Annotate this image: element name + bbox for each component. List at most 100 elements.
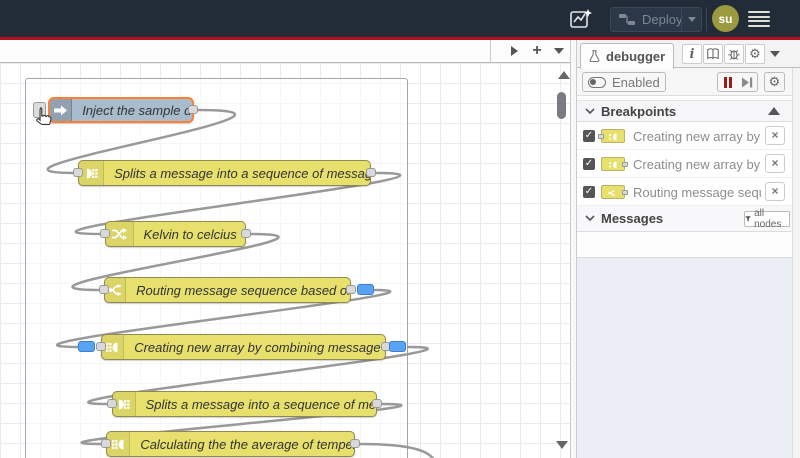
- mini-output-port: [622, 190, 628, 195]
- input-port[interactable]: [100, 229, 110, 238]
- output-port[interactable]: [366, 168, 376, 177]
- sidebar: debugger i ⚙ Enabled ⚙ Breakpoints ✓ Cre…: [577, 40, 800, 458]
- plus-icon: +: [532, 42, 542, 59]
- main-menu-button[interactable]: [748, 9, 770, 29]
- list-scroll-up-icon[interactable]: [768, 107, 780, 115]
- mini-input-port: [598, 134, 604, 139]
- inject-arrow-icon: [50, 99, 73, 121]
- input-port[interactable]: [107, 399, 117, 408]
- switch-node-mini-icon: [601, 185, 628, 199]
- tab-bar-divider: [490, 40, 491, 62]
- node-join[interactable]: Calculating the the average of temperatu…: [101, 431, 360, 457]
- tab-debug-messages-button[interactable]: [724, 44, 744, 64]
- tab-config-nodes-button[interactable]: ⚙: [745, 44, 765, 64]
- sidebar-resize-handle[interactable]: [570, 40, 577, 458]
- messages-title: Messages: [601, 211, 664, 226]
- tab-help-button[interactable]: [703, 44, 723, 64]
- tab-debugger-label: debugger: [606, 49, 666, 64]
- debugger-toolbar: Enabled ⚙: [577, 68, 800, 96]
- messages-section-header[interactable]: Messages all nodes: [577, 206, 800, 232]
- sidebar-scrollbar-gutter[interactable]: [792, 68, 800, 458]
- flow-assistant-button[interactable]: [565, 4, 597, 34]
- chevron-down-icon: [585, 215, 595, 222]
- breakpoint-checkbox[interactable]: ✓: [583, 130, 595, 142]
- wire[interactable]: [356, 442, 437, 458]
- debugger-settings-button[interactable]: ⚙: [764, 72, 785, 92]
- breakpoint-marker-input[interactable]: [78, 341, 95, 352]
- canvas-scroll-up-button[interactable]: [558, 71, 570, 79]
- toggle-icon: [588, 76, 606, 88]
- breakpoint-label: Routing message sequence based on condit…: [633, 185, 761, 200]
- enabled-label: Enabled: [612, 74, 660, 90]
- pause-icon: [723, 76, 732, 88]
- deploy-button[interactable]: Deploy: [610, 7, 702, 32]
- breakpoint-row: ✓ Creating new array by combining messag…: [577, 122, 800, 150]
- filter-funnel-icon: [745, 216, 751, 222]
- output-port[interactable]: [346, 285, 356, 294]
- pause-button[interactable]: [717, 72, 738, 92]
- bug-icon: [728, 49, 740, 61]
- input-port[interactable]: [101, 439, 111, 448]
- node-switch[interactable]: Routing message sequence based on condit…: [99, 277, 374, 303]
- chevron-down-icon: [687, 17, 696, 22]
- add-flow-button[interactable]: +: [527, 42, 547, 60]
- canvas-scrollbar-thumb[interactable]: [557, 92, 566, 119]
- node-label: Routing message sequence based on condit…: [136, 282, 350, 298]
- breakpoint-checkbox[interactable]: ✓: [583, 158, 595, 170]
- messages-filter-button[interactable]: all nodes: [744, 208, 790, 230]
- node-label: Splits a message into a sequence of mess…: [114, 165, 370, 181]
- menu-bar-icon: [748, 20, 770, 23]
- breakpoint-remove-button[interactable]: ×: [765, 182, 785, 201]
- header-bar: Deploy su: [0, 0, 800, 37]
- flow-chart-sparkle-icon: [570, 9, 592, 28]
- chevron-down-icon: [585, 107, 595, 115]
- breakpoint-label: Creating new array by combining message …: [633, 129, 761, 144]
- breakpoint-checkbox[interactable]: ✓: [583, 186, 595, 198]
- breakpoints-title: Breakpoints: [601, 103, 677, 119]
- input-port[interactable]: [73, 168, 83, 177]
- tab-info-button[interactable]: i: [682, 44, 702, 64]
- node-change[interactable]: Kelvin to celcius: [100, 221, 251, 247]
- breakpoint-remove-button[interactable]: ×: [765, 126, 785, 145]
- breakpoints-section-header[interactable]: Breakpoints: [577, 100, 800, 122]
- user-avatar[interactable]: su: [712, 5, 739, 32]
- menu-bar-icon: [748, 15, 770, 18]
- messages-empty-strip: [577, 232, 800, 257]
- node-label: Creating new array by combining message …: [134, 339, 385, 355]
- chevron-down-icon: [770, 51, 780, 57]
- flow-canvas[interactable]: Inject the sample data Splits a message …: [0, 63, 570, 458]
- deploy-label: Deploy: [642, 12, 683, 27]
- sidebar-tab-list-button[interactable]: [766, 44, 784, 64]
- input-port[interactable]: [99, 285, 109, 294]
- step-button[interactable]: [737, 72, 758, 92]
- output-port[interactable]: [188, 105, 198, 114]
- chevron-down-icon: [554, 48, 564, 54]
- output-port[interactable]: [372, 399, 382, 408]
- debugger-enabled-toggle[interactable]: Enabled: [582, 72, 666, 92]
- inject-trigger-button[interactable]: [33, 102, 46, 118]
- book-icon: [707, 48, 719, 60]
- gear-icon: ⚙: [768, 74, 781, 90]
- node-split[interactable]: Splits a message into a sequence of mess…: [73, 160, 376, 186]
- workspace-tab-bar: +: [0, 40, 570, 63]
- breakpoint-marker-output[interactable]: [357, 284, 374, 295]
- output-port[interactable]: [241, 229, 251, 238]
- node-join[interactable]: Creating new array by combining message …: [78, 334, 406, 360]
- breakpoint-marker-output[interactable]: [389, 341, 406, 352]
- deploy-options-button[interactable]: [681, 8, 701, 31]
- breakpoint-remove-button[interactable]: ×: [765, 154, 785, 173]
- node-split[interactable]: Splits a message into a sequence of mess…: [107, 391, 382, 417]
- join-node-mini-icon: [601, 157, 628, 171]
- tab-scroll-right-button[interactable]: [504, 42, 524, 60]
- sidebar-tab-bar: debugger i ⚙: [577, 40, 800, 69]
- tab-debugger[interactable]: debugger: [580, 43, 674, 69]
- join-node-mini-icon: [598, 129, 625, 143]
- input-port[interactable]: [96, 342, 106, 351]
- flow-list-button[interactable]: [549, 42, 569, 60]
- node-inject[interactable]: Inject the sample data: [48, 97, 198, 123]
- output-port[interactable]: [350, 439, 360, 448]
- canvas-scroll-down-button[interactable]: [556, 441, 568, 449]
- mini-output-port: [622, 162, 628, 167]
- breakpoint-row: ✓ Creating new array by combining messag…: [577, 150, 800, 178]
- gear-icon: ⚙: [749, 46, 761, 62]
